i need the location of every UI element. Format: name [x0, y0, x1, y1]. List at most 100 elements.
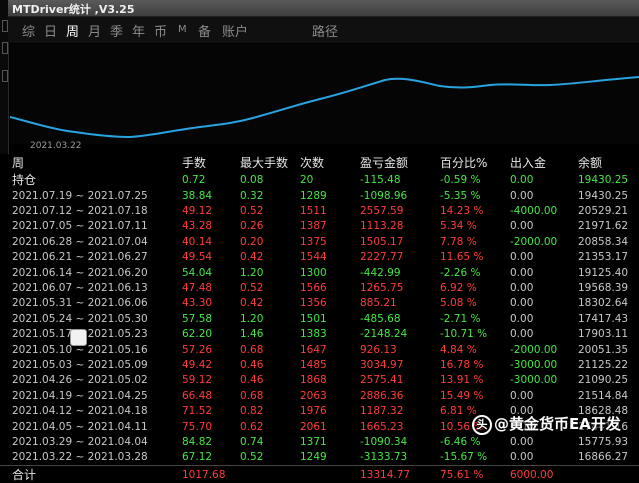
cell-lots: 66.48 [182, 389, 213, 402]
cell-pnl: 1665.23 [360, 420, 404, 433]
table-row[interactable]: 2021.06.28 ~ 2021.07.04 40.14 0.20 1375 1505… [0, 234, 639, 249]
tab-5[interactable]: 年 [132, 21, 145, 40]
row-select-checkbox[interactable] [70, 329, 87, 346]
tab-0[interactable]: 综 [22, 21, 35, 40]
cell-lots: 43.28 [182, 220, 213, 233]
cell-max: 0.52 [240, 282, 264, 295]
table-row[interactable]: 2021.05.10 ~ 2021.05.16 57.26 0.68 1647 926.… [0, 342, 639, 357]
tab-10[interactable]: 路径 [312, 21, 338, 40]
cell-count: 2063 [300, 389, 327, 402]
cell-pct: 5.34 % [440, 220, 477, 233]
cell-lots: 67.12 [182, 451, 213, 464]
cell-week: 2021.07.05 ~ 2021.07.11 [12, 220, 148, 233]
table-row[interactable]: 2021.07.19 ~ 2021.07.25 38.84 0.32 1289 -109… [0, 188, 639, 203]
cell-io: 0.00 [510, 328, 534, 341]
cell-week: 2021.03.22 ~ 2021.03.28 [12, 451, 148, 464]
cell-bal: 21971.62 [578, 220, 629, 233]
table-row[interactable]: 2021.06.21 ~ 2021.06.27 49.54 0.42 1544 2227… [0, 250, 639, 265]
cell-pct: 4.84 % [440, 343, 477, 356]
cell-io: 0.00 [510, 312, 534, 325]
watermark-logo: 头 [472, 414, 492, 435]
period-tabs: 综日周月季年币 M 备账户 路径 [8, 17, 639, 43]
cell-max: 0.42 [240, 251, 264, 264]
col-count: 次数 [300, 156, 325, 170]
cell-io: 0.00 [510, 389, 534, 402]
cell-io: 0.00 [510, 220, 534, 233]
cell-bal: 21353.17 [578, 251, 629, 264]
position-label: 持仓 [12, 173, 37, 187]
cell-max: 1.46 [240, 328, 264, 341]
cell-bal: 21090.25 [578, 374, 629, 387]
cell-count: 1300 [300, 266, 327, 279]
cell-week: 2021.07.19 ~ 2021.07.25 [12, 189, 148, 202]
cell-pct: -15.67 % [440, 451, 488, 464]
table-row[interactable]: 2021.07.12 ~ 2021.07.18 49.12 0.52 1511 2557… [0, 203, 639, 218]
balance-curve-line [10, 76, 639, 139]
cell-count: 1868 [300, 374, 327, 387]
cell-count: 1647 [300, 343, 327, 356]
tab-2[interactable]: 周 [66, 21, 79, 40]
cell-pct: 13.91 % [440, 374, 484, 387]
tab-8[interactable]: 备 [198, 21, 211, 40]
cell-week: 2021.06.21 ~ 2021.06.27 [12, 251, 148, 264]
cell-lots: 71.52 [182, 405, 213, 418]
cell-io: -2000.00 [510, 235, 558, 248]
table-row[interactable]: 2021.05.31 ~ 2021.06.06 43.30 0.42 1356 885.… [0, 296, 639, 311]
table-row[interactable]: 2021.03.29 ~ 2021.04.04 84.82 0.74 1371 -109… [0, 434, 639, 449]
cell-lots: 62.20 [182, 328, 213, 341]
cell-bal: 20858.34 [578, 235, 629, 248]
cell-pnl: 1505.17 [360, 235, 404, 248]
tab-3[interactable]: 月 [88, 21, 101, 40]
col-percent: 百分比% [440, 156, 488, 170]
cell-week: 2021.06.07 ~ 2021.06.13 [12, 282, 148, 295]
cell-week: 2021.04.19 ~ 2021.04.25 [12, 389, 148, 402]
cell-max: 0.52 [240, 205, 264, 218]
table-row[interactable]: 2021.05.17 ~ 2021.05.23 62.20 1.46 1383 -214… [0, 327, 639, 342]
table-row[interactable]: 2021.03.22 ~ 2021.03.28 67.12 0.52 1249 -313… [0, 450, 639, 466]
position-lots: 0.72 [182, 173, 206, 186]
position-pnl: -115.48 [360, 173, 401, 186]
cell-pnl: 1265.75 [360, 282, 404, 295]
cell-io: -4000.00 [510, 205, 558, 218]
cell-lots: 84.82 [182, 435, 213, 448]
table-row[interactable]: 2021.06.14 ~ 2021.06.20 54.04 1.20 1300 -442… [0, 265, 639, 280]
cell-pnl: -442.99 [360, 266, 401, 279]
cell-pct: -2.71 % [440, 312, 481, 325]
cell-max: 0.32 [240, 189, 264, 202]
cell-pct: -5.35 % [440, 189, 481, 202]
table-row[interactable]: 2021.05.03 ~ 2021.05.09 49.42 0.46 1485 3034… [0, 357, 639, 372]
cell-pnl: 2886.36 [360, 389, 404, 402]
cell-io: -2000.00 [510, 343, 558, 356]
cell-max: 0.42 [240, 297, 264, 310]
tab-4[interactable]: 季 [110, 21, 123, 40]
table-row[interactable]: 2021.04.26 ~ 2021.05.02 59.12 0.46 1868 2575… [0, 373, 639, 388]
total-empty [300, 465, 360, 483]
cell-io: -3000.00 [510, 374, 558, 387]
window-title: MTDriver统计 ,V3.25 [12, 3, 135, 16]
cell-max: 0.46 [240, 358, 264, 371]
cell-lots: 59.12 [182, 374, 213, 387]
balance-curve-svg [10, 76, 639, 139]
cell-io: 0.00 [510, 251, 534, 264]
total-pnl: 13314.77 [360, 465, 440, 483]
tab-9[interactable]: 账户 [222, 21, 248, 40]
col-deposit-withdraw: 出入金 [510, 156, 547, 170]
cell-bal: 20051.35 [578, 343, 629, 356]
cell-max: 0.20 [240, 235, 264, 248]
tab-6[interactable]: 币 [154, 21, 167, 40]
table-row[interactable]: 2021.06.07 ~ 2021.06.13 47.48 0.52 1566 1265… [0, 280, 639, 295]
cell-io: 0.00 [510, 435, 534, 448]
cell-max: 1.20 [240, 266, 264, 279]
table-row[interactable]: 2021.07.05 ~ 2021.07.11 43.28 0.26 1387 1113… [0, 219, 639, 234]
position-row[interactable]: 持仓 0.72 0.08 20 -115.48 -0.59 % 0.00 194… [0, 171, 639, 188]
tab-7[interactable]: M [178, 24, 187, 35]
col-balance: 余额 [578, 156, 603, 170]
table-row[interactable]: 2021.05.24 ~ 2021.05.30 57.58 1.20 1501 -485… [0, 311, 639, 326]
tab-1[interactable]: 日 [44, 21, 57, 40]
cell-pnl: -3133.73 [360, 451, 408, 464]
table-row[interactable]: 2021.04.19 ~ 2021.04.25 66.48 0.68 2063 2886… [0, 388, 639, 403]
gutter-marker [2, 70, 8, 82]
table-header: 周 手数 最大手数 次数 盈亏金额 百分比% 出入金 余额 [0, 154, 639, 171]
cell-count: 1289 [300, 189, 327, 202]
cell-pnl: -1090.34 [360, 435, 408, 448]
